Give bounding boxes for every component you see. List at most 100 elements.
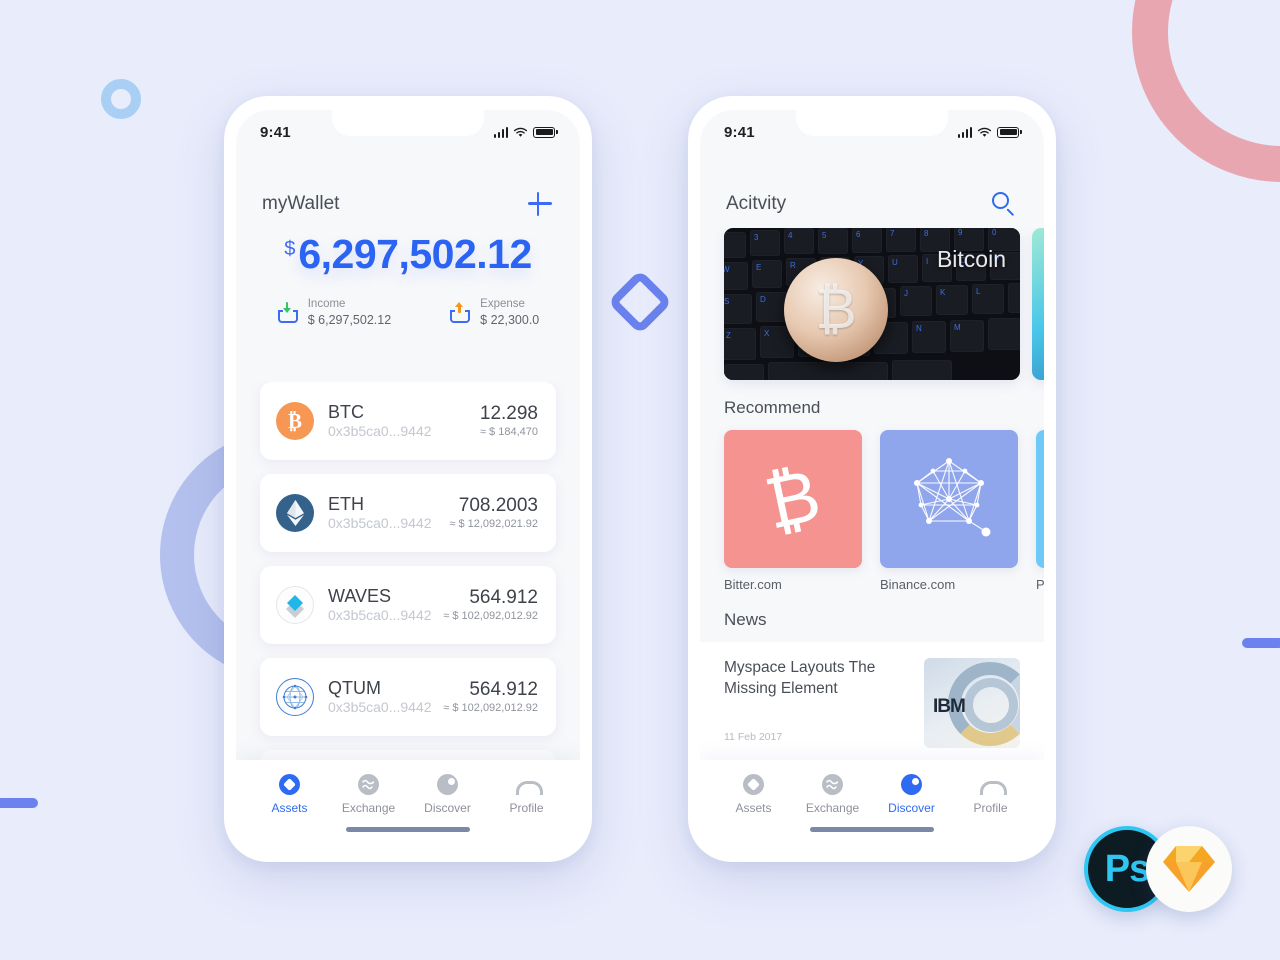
- waves-icon: [276, 586, 314, 624]
- qtum-icon: [276, 678, 314, 716]
- tab-assets[interactable]: Assets: [714, 774, 793, 815]
- recommend-row[interactable]: ₿ Bitter.com Binance.com P: [700, 430, 1044, 592]
- phone-activity: 9:41 Acitvity 3 4 5 6 7 8 9 0 W E R U I …: [688, 96, 1056, 862]
- activity-screen: 9:41 Acitvity 3 4 5 6 7 8 9 0 W E R U I …: [700, 110, 1044, 848]
- bitcoin-coin-photo: [784, 258, 888, 362]
- tab-label: Discover: [888, 801, 935, 815]
- tab-label: Discover: [424, 801, 471, 815]
- discover-icon: [901, 774, 922, 795]
- sketch-badge: [1146, 826, 1232, 912]
- profile-icon: [516, 774, 543, 795]
- tab-exchange[interactable]: Exchange: [793, 774, 872, 815]
- balance-amount: 6,297,502.12: [298, 231, 532, 277]
- tab-exchange[interactable]: Exchange: [329, 774, 408, 815]
- wifi-icon: [514, 127, 528, 137]
- asset-fiat: ≈ $ 184,470: [479, 425, 538, 438]
- discover-icon: [437, 774, 458, 795]
- tab-label: Profile: [973, 801, 1008, 815]
- wallet-header: myWallet: [236, 186, 580, 222]
- recommend-label: Bitter.com: [724, 577, 782, 592]
- notch: [332, 110, 484, 136]
- right-bar-decoration: [1242, 638, 1280, 648]
- hero-card-bitcoin[interactable]: 2 3 4 5 6 7 8 9 0 W E R T: [724, 228, 1020, 380]
- expense-value: $ 22,300.0: [480, 312, 540, 327]
- hero-card-next[interactable]: [1032, 228, 1044, 380]
- assets-icon: [743, 774, 764, 795]
- status-time: 9:41: [724, 123, 755, 141]
- list-item[interactable]: ₿ Bitter.com: [724, 430, 862, 592]
- asset-amount: 708.2003: [458, 494, 538, 516]
- asset-fiat: ≈ $ 102,092,012.92: [443, 609, 538, 622]
- battery-icon: [533, 126, 558, 138]
- income-value: $ 6,297,502.12: [307, 312, 392, 327]
- hero-carousel[interactable]: 2 3 4 5 6 7 8 9 0 W E R T: [700, 228, 1044, 380]
- table-row[interactable]: ETH 0x3b5ca0...9442 708.2003 ≈ $ 12,092,…: [260, 474, 556, 552]
- tab-discover[interactable]: Discover: [408, 774, 487, 815]
- income-label: Income: [307, 298, 346, 310]
- battery-icon: [997, 126, 1022, 138]
- recommend-label: Polone: [1036, 577, 1044, 592]
- bottom-tab-bar: Assets Exchange Discover Profile: [700, 760, 1044, 848]
- wallet-screen: 9:41 myWallet $ 6,297,502.12 Income $ 6,…: [236, 110, 580, 848]
- asset-symbol: QTUM: [328, 678, 381, 699]
- expense-summary[interactable]: Expense $ 22,300.0: [449, 297, 539, 329]
- asset-address: 0x3b5ca0...9442: [328, 606, 432, 623]
- asset-fiat: ≈ $ 102,092,012.92: [443, 701, 538, 714]
- profile-icon: [980, 774, 1007, 795]
- asset-address: 0x3b5ca0...9442: [328, 698, 432, 715]
- news-title: Myspace Layouts The Missing Element: [724, 659, 876, 697]
- bitcoin-glyph-icon: ₿: [724, 430, 862, 568]
- recommend-section-title: Recommend: [724, 398, 821, 417]
- currency-symbol: $: [284, 238, 296, 260]
- notch: [796, 110, 948, 136]
- tab-discover[interactable]: Discover: [872, 774, 951, 815]
- bitcoin-icon: ₿: [276, 402, 314, 440]
- signal-icon: [493, 126, 509, 138]
- news-date: 11 Feb 2017: [724, 731, 783, 744]
- activity-header: Acitvity: [700, 186, 1044, 222]
- asset-amount: 564.912: [469, 586, 538, 608]
- asset-symbol: WAVES: [328, 586, 392, 607]
- home-indicator[interactable]: [346, 827, 470, 832]
- pink-ring-decoration: [1132, 0, 1280, 182]
- left-bar-decoration: [0, 798, 38, 808]
- list-item[interactable]: Binance.com: [880, 430, 1018, 592]
- asset-amount: 12.298: [479, 402, 538, 424]
- tab-assets[interactable]: Assets: [250, 774, 329, 815]
- photoshop-label: Ps: [1104, 848, 1150, 890]
- summary-row: Income $ 6,297,502.12 Expense $ 22,300.0: [236, 297, 580, 329]
- table-row[interactable]: QTUM 0x3b5ca0...9442 564.912 ≈ $ 102,092…: [260, 658, 556, 736]
- tab-label: Profile: [509, 801, 544, 815]
- home-indicator[interactable]: [810, 827, 934, 832]
- canvas: 9:41 myWallet $ 6,297,502.12 Income $ 6,…: [0, 0, 1280, 960]
- asset-symbol: BTC: [328, 402, 364, 423]
- phone-wallet: 9:41 myWallet $ 6,297,502.12 Income $ 6,…: [224, 96, 592, 862]
- tab-profile[interactable]: Profile: [951, 774, 1030, 815]
- signal-icon: [957, 126, 973, 138]
- news-section-title: News: [724, 610, 767, 629]
- activity-content: 2 3 4 5 6 7 8 9 0 W E R T: [700, 228, 1044, 760]
- list-item[interactable]: Myspace Layouts The Missing Element 11 F…: [700, 642, 1044, 760]
- expense-icon: [449, 301, 471, 324]
- ibm-server-thumb: IBM: [924, 658, 1020, 748]
- blue-donut-decoration: [101, 79, 141, 119]
- tab-label: Assets: [271, 801, 308, 815]
- income-summary[interactable]: Income $ 6,297,502.12: [277, 297, 391, 329]
- asset-address: 0x3b5ca0...9442: [328, 422, 432, 439]
- balance-line: $ 6,297,502.12: [284, 234, 532, 275]
- asset-symbol: ETH: [328, 494, 364, 515]
- list-item[interactable]: Polone: [1036, 430, 1044, 592]
- tab-profile[interactable]: Profile: [487, 774, 566, 815]
- table-row[interactable]: ₿ BTC 0x3b5ca0...9442 12.298 ≈ $ 184,470: [260, 382, 556, 460]
- tab-label: Assets: [735, 801, 772, 815]
- exchange-icon: [358, 774, 379, 795]
- search-icon[interactable]: [990, 190, 1018, 218]
- ethereum-icon: [276, 494, 314, 532]
- diamond-outline-decoration: [607, 269, 673, 335]
- plus-icon[interactable]: [526, 190, 554, 218]
- recommend-label: Binance.com: [880, 577, 956, 592]
- income-icon: [277, 301, 299, 324]
- page-title: Acitvity: [726, 193, 787, 214]
- plain-tile-icon: [1036, 430, 1044, 568]
- table-row[interactable]: WAVES 0x3b5ca0...9442 564.912 ≈ $ 102,09…: [260, 566, 556, 644]
